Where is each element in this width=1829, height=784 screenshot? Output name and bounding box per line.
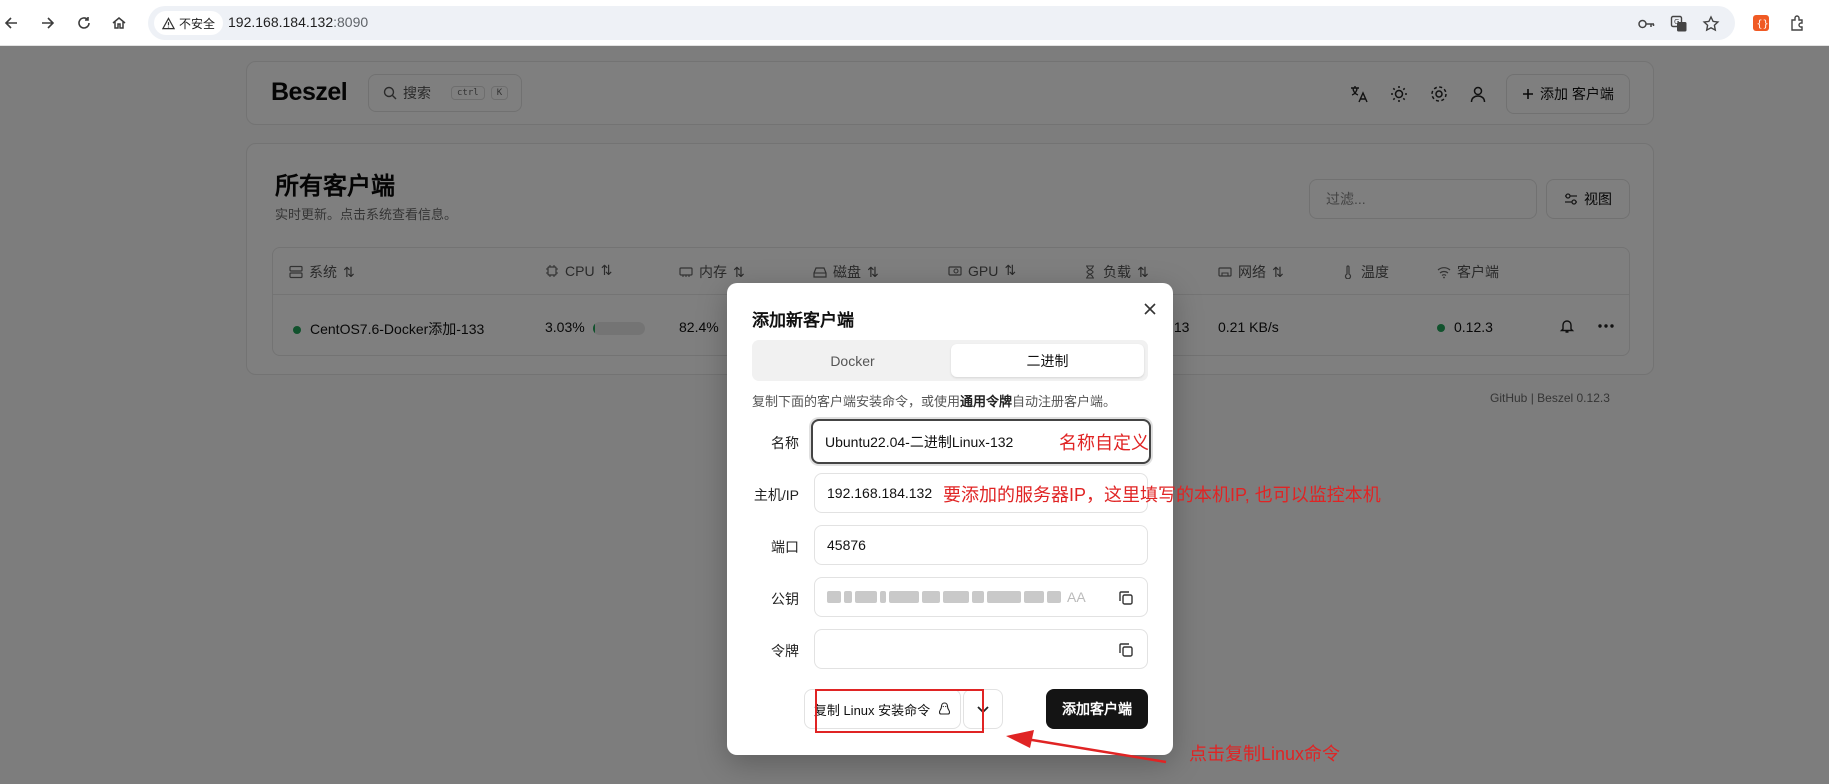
annotation-arrow (1006, 730, 1167, 764)
annotation-copy-note: 点击复制Linux命令 (1189, 744, 1341, 764)
